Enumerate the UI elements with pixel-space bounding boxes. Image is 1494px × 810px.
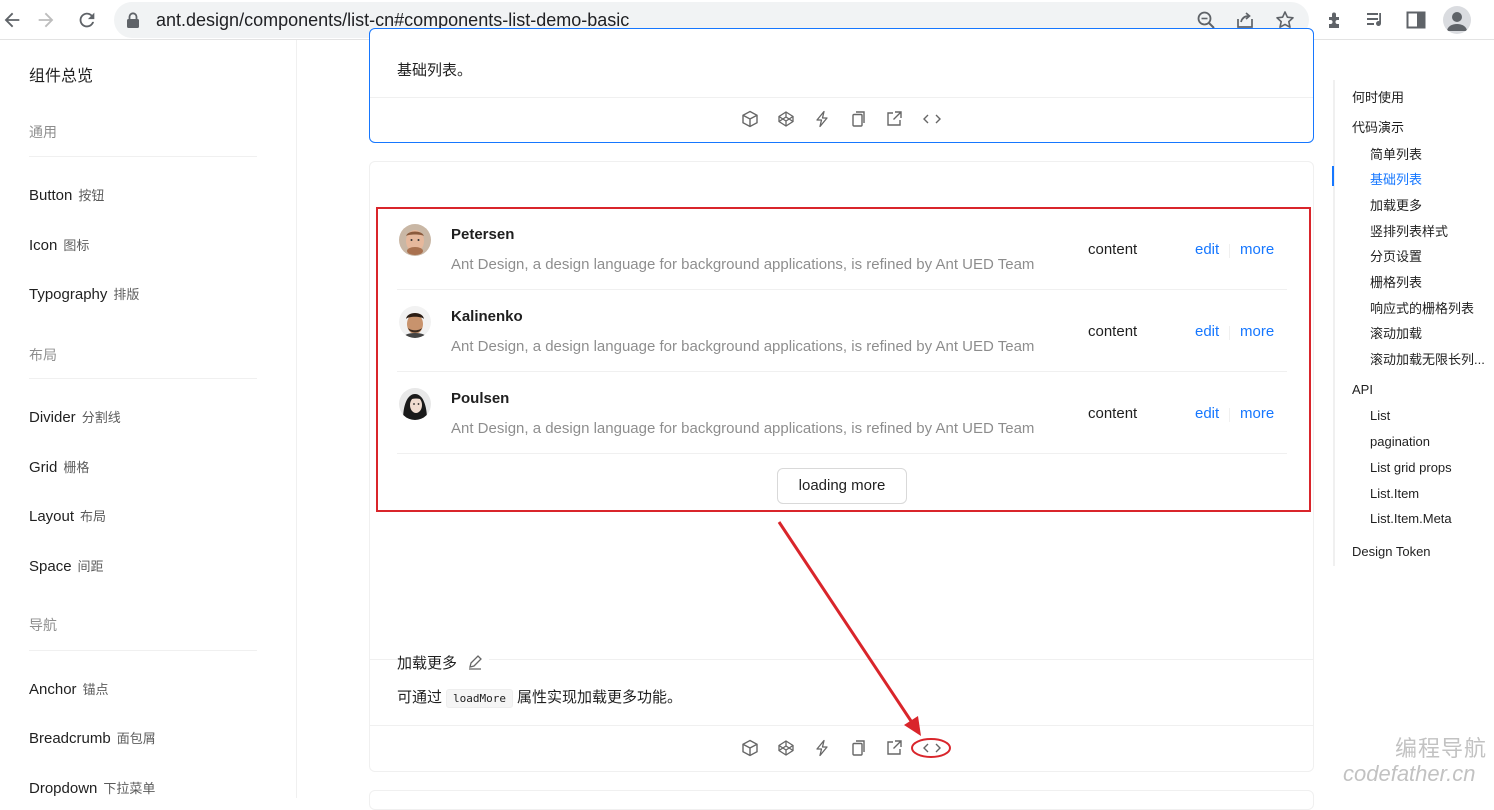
codepen-icon[interactable] (777, 739, 795, 757)
demo-description: 可通过 loadMore 属性实现加载更多功能。 (397, 686, 682, 708)
annotation-highlight-box (376, 207, 1311, 512)
sidebar-item-typography[interactable]: Typography 排版 (29, 284, 139, 303)
media-queue-icon[interactable] (1365, 9, 1387, 31)
sidebar-item-label: Icon (29, 237, 58, 254)
anchor-item[interactable]: pagination (1370, 434, 1430, 449)
anchor-item[interactable]: List.Item.Meta (1370, 511, 1452, 526)
sidebar-item-label: Button (29, 187, 73, 204)
description-text: 可通过 (397, 689, 443, 706)
sidebar-item-sublabel: 排版 (113, 287, 140, 302)
sidebar-item-sublabel: 栅格 (63, 460, 90, 475)
sidebar-item-label: Layout (29, 508, 75, 525)
sidebar-item-label: Breadcrumb (29, 730, 111, 747)
sidebar-item-overview[interactable]: 组件总览 (29, 62, 93, 86)
sidebar-item-sublabel: 锚点 (82, 682, 109, 697)
sidebar-item-label: Grid (29, 459, 58, 476)
sidebar-item-icon[interactable]: Icon 图标 (29, 235, 89, 254)
demo-card-basic: 基础列表。 (369, 28, 1314, 143)
anchor-active-indicator (1332, 166, 1334, 186)
share-icon[interactable] (1235, 10, 1255, 30)
sidebar-group-general: 通用 (29, 124, 57, 140)
demo-card-next (369, 790, 1314, 810)
anchor-item-active[interactable]: 基础列表 (1370, 169, 1422, 188)
external-link-icon[interactable] (885, 739, 903, 757)
sidebar-divider (29, 378, 257, 379)
forward-arrow-icon[interactable] (34, 8, 58, 32)
anchor-item[interactable]: 栅格列表 (1370, 272, 1422, 291)
card-divider (370, 659, 1313, 660)
demo-title: 加载更多 (397, 652, 490, 673)
stackblitz-icon[interactable] (813, 110, 831, 128)
anchor-item[interactable]: List grid props (1370, 460, 1452, 475)
anchor-item[interactable]: 竖排列表样式 (1370, 221, 1448, 240)
sidebar-divider (29, 156, 257, 157)
codesandbox-icon[interactable] (741, 739, 759, 757)
code-expand-icon[interactable] (921, 110, 943, 128)
sidebar-divider (29, 650, 257, 651)
sidebar-item-dropdown[interactable]: Dropdown 下拉菜单 (29, 778, 155, 797)
copy-icon[interactable] (849, 739, 867, 757)
component-sidebar: 组件总览 通用 Button 按钮 Icon 图标 Typography 排版 布局 … (0, 40, 297, 798)
anchor-item[interactable]: 代码演示 (1352, 117, 1404, 136)
demo-actions (370, 110, 1313, 134)
anchor-item[interactable]: 分页设置 (1370, 246, 1422, 265)
sidebar-item-breadcrumb[interactable]: Breadcrumb 面包屑 (29, 728, 156, 747)
sidebar-item-label: Divider (29, 409, 76, 426)
anchor-item[interactable]: API (1352, 382, 1373, 397)
sidebar-item-sublabel: 布局 (80, 509, 107, 524)
profile-avatar-icon[interactable] (1443, 6, 1471, 34)
sidebar-item-sublabel: 图标 (63, 238, 90, 253)
sidebar-item-label: Anchor (29, 681, 77, 698)
sidebar-item-sublabel: 分割线 (81, 410, 121, 425)
zoom-icon[interactable] (1196, 10, 1216, 30)
external-link-icon[interactable] (885, 110, 903, 128)
sidebar-item-sublabel: 面包屑 (116, 731, 156, 746)
bookmark-star-icon[interactable] (1275, 10, 1295, 30)
demo-actions (370, 739, 1313, 763)
sidebar-item-label: Dropdown (29, 780, 98, 797)
codepen-icon[interactable] (777, 110, 795, 128)
reload-icon[interactable] (75, 8, 99, 32)
code-expand-icon[interactable] (921, 739, 943, 757)
sidebar-group-navigation: 导航 (29, 617, 57, 633)
card-divider (370, 97, 1313, 98)
side-panel-icon[interactable] (1405, 9, 1427, 31)
inline-code: loadMore (446, 689, 513, 708)
sidebar-item-sublabel: 下拉菜单 (103, 781, 156, 796)
anchor-item[interactable]: 加载更多 (1370, 195, 1422, 214)
anchor-item[interactable]: 响应式的栅格列表 (1370, 298, 1474, 317)
anchor-item[interactable]: List (1370, 408, 1390, 423)
sidebar-item-label: Typography (29, 286, 108, 303)
demo-title-text[interactable]: 加载更多 (397, 655, 457, 672)
sidebar-item-label: Space (29, 558, 72, 575)
lock-icon (127, 12, 139, 28)
sidebar-group-layout: 布局 (29, 347, 57, 363)
demo-description: 基础列表。 (397, 62, 473, 79)
anchor-item[interactable]: 简单列表 (1370, 144, 1422, 163)
anchor-item[interactable]: List.Item (1370, 486, 1419, 501)
sidebar-item-grid[interactable]: Grid 栅格 (29, 457, 89, 476)
sidebar-item-space[interactable]: Space 间距 (29, 556, 104, 575)
sidebar-item-sublabel: 按钮 (78, 188, 105, 203)
sidebar-item-divider[interactable]: Divider 分割线 (29, 407, 121, 426)
card-divider (370, 725, 1313, 726)
stackblitz-icon[interactable] (813, 739, 831, 757)
watermark-text: 编程导航 (1395, 736, 1488, 761)
sidebar-item-sublabel: 间距 (77, 559, 104, 574)
sidebar-item-button[interactable]: Button 按钮 (29, 185, 104, 204)
codesandbox-icon[interactable] (741, 110, 759, 128)
extensions-icon[interactable] (1325, 9, 1347, 31)
anchor-item[interactable]: 滚动加载无限长列... (1370, 349, 1485, 368)
description-text: 属性实现加载更多功能。 (517, 689, 683, 706)
sidebar-item-layout[interactable]: Layout 布局 (29, 506, 106, 525)
anchor-item[interactable]: 滚动加载 (1370, 323, 1422, 342)
anchor-item[interactable]: 何时使用 (1352, 87, 1404, 106)
anchor-rail (1333, 80, 1335, 566)
watermark-text: codefather.cn (1343, 761, 1476, 786)
back-arrow-icon[interactable] (0, 8, 24, 32)
copy-icon[interactable] (849, 110, 867, 128)
edit-pencil-icon[interactable] (467, 654, 483, 670)
anchor-item[interactable]: Design Token (1352, 544, 1431, 559)
sidebar-item-anchor[interactable]: Anchor 锚点 (29, 679, 109, 698)
